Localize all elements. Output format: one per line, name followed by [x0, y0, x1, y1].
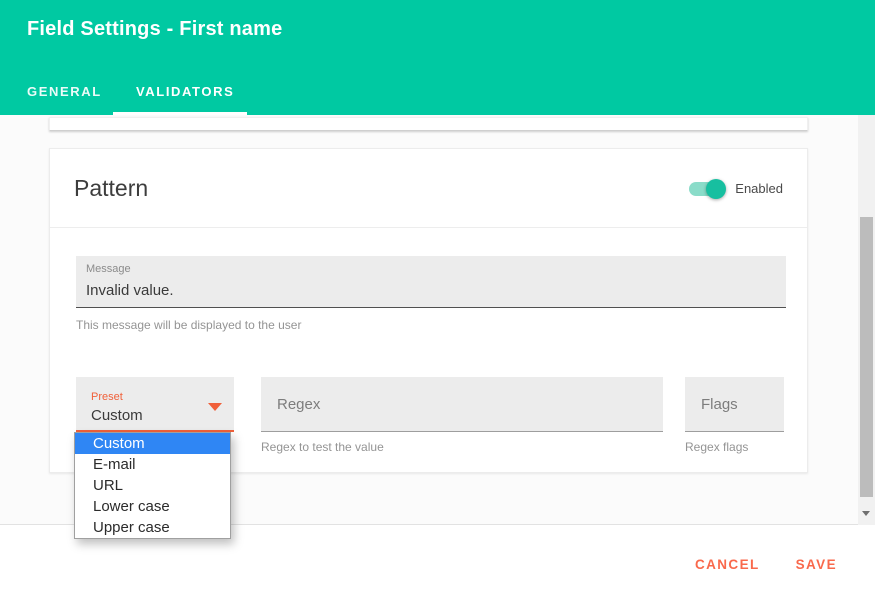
- regex-field-group: Regex to test the value: [261, 377, 663, 454]
- message-field-group: Message This message will be displayed t…: [76, 256, 786, 332]
- field-settings-dialog: Field Settings - First name GENERAL VALI…: [0, 0, 875, 602]
- dropdown-option-url[interactable]: URL: [75, 475, 230, 496]
- flags-input[interactable]: [685, 377, 784, 432]
- toggle-knob: [706, 179, 726, 199]
- cancel-button[interactable]: CANCEL: [695, 557, 760, 572]
- save-button[interactable]: SAVE: [796, 557, 837, 572]
- dropdown-option-lower-case[interactable]: Lower case: [75, 496, 230, 517]
- dropdown-option-upper-case[interactable]: Upper case: [75, 517, 230, 538]
- dropdown-option-email[interactable]: E-mail: [75, 454, 230, 475]
- dialog-scroll-area: Pattern Enabled Message This message wil…: [0, 115, 875, 525]
- pattern-card-header: Pattern Enabled: [50, 149, 807, 228]
- pattern-enabled-toggle[interactable]: [689, 182, 723, 196]
- preset-dropdown-menu: Custom E-mail URL Lower case Upper case: [74, 432, 231, 539]
- scrollbar-thumb[interactable]: [860, 217, 873, 497]
- caret-down-icon: [208, 403, 222, 411]
- vertical-scrollbar[interactable]: [858, 115, 875, 525]
- preset-field-group: Preset Custom: [76, 377, 234, 432]
- regex-input[interactable]: [261, 377, 663, 432]
- preset-select[interactable]: Preset Custom: [76, 377, 234, 432]
- tab-validators[interactable]: VALIDATORS: [136, 84, 234, 99]
- message-helper-text: This message will be displayed to the us…: [76, 318, 786, 332]
- message-field-label: Message: [86, 263, 131, 275]
- pattern-toggle-group: Enabled: [689, 149, 783, 228]
- message-field[interactable]: Message: [76, 256, 786, 308]
- flags-field-group: Regex flags: [685, 377, 784, 454]
- message-input[interactable]: [76, 278, 786, 302]
- scroll-down-arrow-icon: [862, 511, 870, 516]
- scrollbar-down-button[interactable]: [858, 503, 875, 525]
- pattern-section-title: Pattern: [74, 149, 148, 228]
- previous-card-edge: [49, 117, 808, 131]
- dialog-header: Field Settings - First name GENERAL VALI…: [0, 0, 875, 115]
- pattern-validator-card: Pattern Enabled Message This message wil…: [49, 148, 808, 473]
- dialog-title: Field Settings - First name: [27, 18, 282, 41]
- pattern-enabled-label: Enabled: [735, 181, 783, 196]
- dropdown-option-custom[interactable]: Custom: [75, 433, 230, 454]
- flags-helper-text: Regex flags: [685, 440, 784, 454]
- tab-general[interactable]: GENERAL: [27, 84, 102, 99]
- regex-helper-text: Regex to test the value: [261, 440, 663, 454]
- preset-field-label: Preset: [91, 391, 123, 403]
